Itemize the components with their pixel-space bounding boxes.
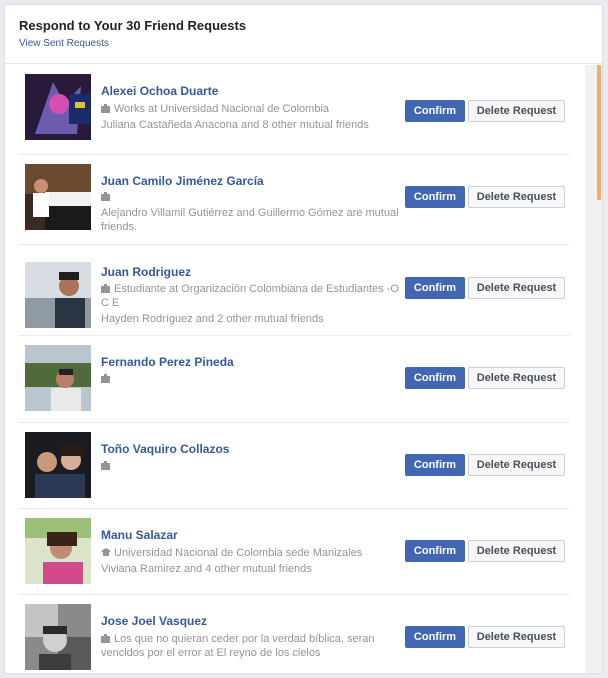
requester-work (101, 372, 401, 386)
briefcase-icon (101, 460, 110, 470)
requester-work: Los que no quieran ceder por la verdad b… (101, 632, 401, 660)
avatar[interactable] (25, 604, 91, 670)
requester-name[interactable]: Alexei Ochoa Duarte (101, 84, 218, 98)
mutual-friends: Hayden Rodríguez and 2 other mutual frie… (101, 313, 324, 325)
delete-request-button[interactable]: Delete Request (468, 626, 565, 648)
list-item: Fernando Perez Pineda Confirm Delete Req… (19, 336, 570, 423)
requester-work (101, 190, 401, 204)
requester-name[interactable]: Fernando Perez Pineda (101, 355, 234, 369)
list-item: Manu Salazar Universidad Nacional de Col… (19, 509, 570, 595)
request-list: Alexei Ochoa Duarte Works at Universidad… (19, 65, 570, 673)
scrollbar-thumb[interactable] (597, 65, 601, 200)
requester-education: Universidad Nacional de Colombia sede Ma… (101, 546, 401, 560)
briefcase-icon (101, 283, 110, 293)
confirm-button[interactable]: Confirm (405, 186, 465, 208)
list-item: Juan Rodriguez Estudiante at Organizació… (19, 245, 570, 336)
requester-work-text: Estudiante at Organización Colombiana de… (101, 283, 399, 309)
avatar[interactable] (25, 262, 91, 328)
requester-name[interactable]: Toño Vaquiro Collazos (101, 442, 229, 456)
confirm-button[interactable]: Confirm (405, 626, 465, 648)
mutual-friends: Alejandro Villamil Gutiérrez and Guiller… (101, 207, 399, 233)
avatar[interactable] (25, 74, 91, 140)
list-item: Jose Joel Vasquez Los que no quieran ced… (19, 595, 570, 673)
scrollbar[interactable] (585, 65, 602, 673)
briefcase-icon (101, 103, 110, 113)
confirm-button[interactable]: Confirm (405, 454, 465, 476)
delete-request-button[interactable]: Delete Request (468, 100, 565, 122)
requester-name[interactable]: Manu Salazar (101, 528, 178, 542)
confirm-button[interactable]: Confirm (405, 540, 465, 562)
requester-name[interactable]: Jose Joel Vasquez (101, 614, 207, 628)
requester-name[interactable]: Juan Camilo Jiménez García (101, 174, 264, 188)
requester-work-text: Works at Universidad Nacional de Colombi… (114, 103, 330, 115)
graduation-cap-icon (101, 547, 111, 556)
avatar[interactable] (25, 164, 91, 230)
requester-work (101, 459, 401, 473)
mutual-friends: Juliana Castañeda Anacona and 8 other mu… (101, 119, 369, 131)
briefcase-icon (101, 373, 110, 383)
friend-requests-panel: Respond to Your 30 Friend Requests View … (4, 4, 603, 674)
delete-request-button[interactable]: Delete Request (468, 186, 565, 208)
confirm-button[interactable]: Confirm (405, 100, 465, 122)
avatar[interactable] (25, 345, 91, 411)
requester-work-text: Los que no quieran ceder por la verdad b… (101, 633, 375, 659)
list-item: Toño Vaquiro Collazos Confirm Delete Req… (19, 423, 570, 509)
panel-header: Respond to Your 30 Friend Requests View … (5, 5, 602, 64)
delete-request-button[interactable]: Delete Request (468, 277, 565, 299)
confirm-button[interactable]: Confirm (405, 277, 465, 299)
list-item: Alexei Ochoa Duarte Works at Universidad… (19, 65, 570, 155)
confirm-button[interactable]: Confirm (405, 367, 465, 389)
requester-work: Works at Universidad Nacional de Colombi… (101, 102, 401, 116)
briefcase-icon (101, 191, 110, 201)
requester-education-text: Universidad Nacional de Colombia sede Ma… (114, 547, 363, 559)
delete-request-button[interactable]: Delete Request (468, 367, 565, 389)
requester-work: Estudiante at Organización Colombiana de… (101, 282, 401, 310)
delete-request-button[interactable]: Delete Request (468, 454, 565, 476)
requester-name[interactable]: Juan Rodriguez (101, 265, 191, 279)
mutual-friends: Viviana Ramirez and 4 other mutual frien… (101, 563, 312, 575)
page-title: Respond to Your 30 Friend Requests (19, 18, 247, 33)
list-item: Juan Camilo Jiménez García Alejandro Vil… (19, 155, 570, 245)
avatar[interactable] (25, 432, 91, 498)
briefcase-icon (101, 633, 110, 643)
avatar[interactable] (25, 518, 91, 584)
delete-request-button[interactable]: Delete Request (468, 540, 565, 562)
view-sent-requests-link[interactable]: View Sent Requests (19, 38, 109, 49)
